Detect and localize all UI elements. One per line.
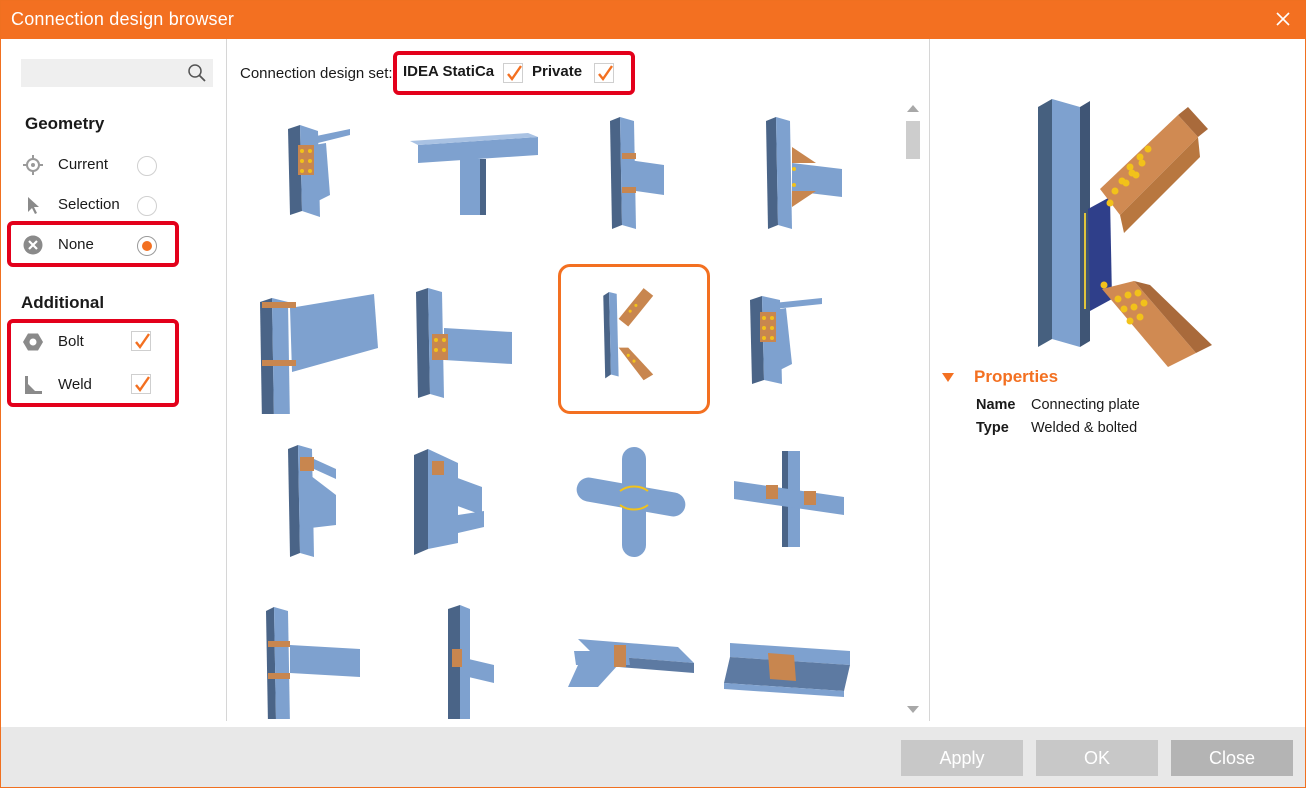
property-value: Welded & bolted	[1031, 420, 1138, 436]
option-label: Current	[58, 156, 109, 173]
option-label: Weld	[58, 376, 92, 393]
checkmark-icon	[135, 333, 150, 350]
beam-to-beam-cleat-icon	[568, 639, 694, 687]
beam-splice-plate-thumbnail[interactable]	[720, 591, 872, 719]
box-column-plate-icon	[448, 605, 494, 719]
property-row: Type Welded & bolted	[976, 420, 1137, 436]
target-icon	[23, 155, 43, 175]
rectangular-tube-cross-icon	[734, 451, 844, 547]
checkbox[interactable]	[131, 374, 151, 394]
search-icon[interactable]	[187, 63, 207, 83]
weld-icon	[25, 376, 42, 394]
dialog-footer: Apply OK Close	[1, 727, 1305, 787]
beam-haunch-column-icon	[766, 117, 842, 229]
connection-design-browser-window: Connection design browser Geometry Curre…	[0, 0, 1306, 788]
radio-button[interactable]	[137, 196, 157, 216]
checkmark-icon	[507, 65, 522, 82]
haunched-portal-frame-icon	[260, 294, 378, 414]
preview-panel: Properties Name Connecting plate Type Weld…	[929, 39, 1305, 721]
column-beam-stiffeners-thumbnail[interactable]	[240, 591, 392, 719]
rectangular-tube-cross-thumbnail[interactable]	[720, 429, 872, 579]
collapse-triangle-icon[interactable]	[942, 373, 954, 383]
stiffened-cleat-box-icon	[414, 449, 484, 555]
cursor-icon	[28, 197, 39, 214]
stiffened-cleat-column-icon	[288, 445, 336, 557]
cross-circle-icon	[23, 235, 43, 255]
circular-tube-cross-thumbnail[interactable]	[558, 429, 710, 579]
property-key: Name	[976, 397, 1016, 413]
connection-preview-image	[1038, 99, 1212, 367]
design-set-private-label: Private	[532, 63, 583, 80]
bolt-hex-icon	[23, 333, 43, 351]
connecting-plate-diagonals-icon	[603, 288, 654, 381]
beam-to-column-flange-thumbnail[interactable]	[558, 99, 710, 249]
search-input[interactable]	[21, 59, 213, 87]
box-column-plate-thumbnail[interactable]	[388, 591, 540, 719]
scrollbar-thumb[interactable]	[906, 121, 920, 159]
geometry-option-selection[interactable]: Selection	[21, 190, 161, 220]
option-label: Bolt	[58, 333, 84, 350]
thumbnail-grid	[240, 99, 900, 719]
ok-button[interactable]: OK	[1036, 740, 1158, 776]
radio-button-selected[interactable]	[137, 236, 157, 256]
design-set-private-checkbox[interactable]	[594, 63, 614, 83]
geometry-heading: Geometry	[25, 114, 105, 133]
design-set-idea-statica-checkbox[interactable]	[503, 63, 523, 83]
circular-tube-cross-icon	[576, 447, 686, 557]
double-endplate-icon	[750, 296, 822, 384]
design-set-label: Connection design set:	[240, 65, 393, 82]
scroll-up-icon[interactable]	[906, 103, 920, 113]
property-key: Type	[976, 420, 1009, 436]
option-label: None	[58, 236, 94, 253]
tee-beam-thumbnail[interactable]	[388, 99, 540, 249]
tee-beam-icon	[410, 133, 538, 215]
geometry-option-current[interactable]: Current	[21, 150, 161, 180]
design-set-idea-statica-label: IDEA StatiCa	[403, 63, 495, 80]
title-bar: Connection design browser	[1, 1, 1305, 39]
window-title: Connection design browser	[11, 9, 235, 29]
additional-heading: Additional	[21, 293, 105, 312]
finplate-beam-column-thumbnail[interactable]	[388, 264, 540, 414]
stiffened-cleat-box-thumbnail[interactable]	[388, 429, 540, 579]
stiffened-cleat-column-thumbnail[interactable]	[240, 429, 392, 579]
double-endplate-thumbnail[interactable]	[720, 264, 872, 414]
connection-gallery: Connection design set: IDEA StatiCa Priv…	[228, 39, 926, 721]
beam-splice-plate-icon	[724, 643, 850, 697]
endplate-beam-to-column-thumbnail[interactable]	[240, 99, 392, 249]
checkmark-icon	[135, 376, 150, 393]
haunched-portal-frame-thumbnail[interactable]	[240, 264, 392, 414]
additional-option-weld[interactable]: Weld	[21, 370, 161, 400]
geometry-option-none[interactable]: None	[21, 230, 161, 260]
finplate-beam-column-icon	[416, 288, 512, 398]
radio-button[interactable]	[137, 156, 157, 176]
checkmark-icon	[598, 65, 613, 82]
properties-header[interactable]: Properties	[942, 367, 1058, 387]
scroll-down-icon[interactable]	[906, 705, 920, 715]
option-label: Selection	[58, 196, 120, 213]
filter-sidebar: Geometry Current Selection None Addition…	[1, 39, 227, 721]
column-beam-stiffeners-icon	[266, 607, 360, 719]
beam-to-beam-cleat-thumbnail[interactable]	[558, 591, 710, 719]
property-row: Name Connecting plate	[976, 397, 1140, 413]
close-button[interactable]: Close	[1171, 740, 1293, 776]
properties-title: Properties	[974, 367, 1059, 386]
gallery-scrollbar[interactable]	[904, 101, 920, 721]
property-value: Connecting plate	[1031, 397, 1140, 413]
apply-button[interactable]: Apply	[901, 740, 1023, 776]
beam-to-column-flange-icon	[610, 117, 664, 229]
beam-haunch-column-thumbnail[interactable]	[720, 99, 872, 249]
connecting-plate-diagonals-thumbnail[interactable]	[558, 264, 710, 414]
additional-option-bolt[interactable]: Bolt	[21, 327, 161, 357]
close-icon[interactable]	[1271, 7, 1295, 31]
endplate-beam-to-column-icon	[288, 125, 350, 217]
checkbox[interactable]	[131, 331, 151, 351]
